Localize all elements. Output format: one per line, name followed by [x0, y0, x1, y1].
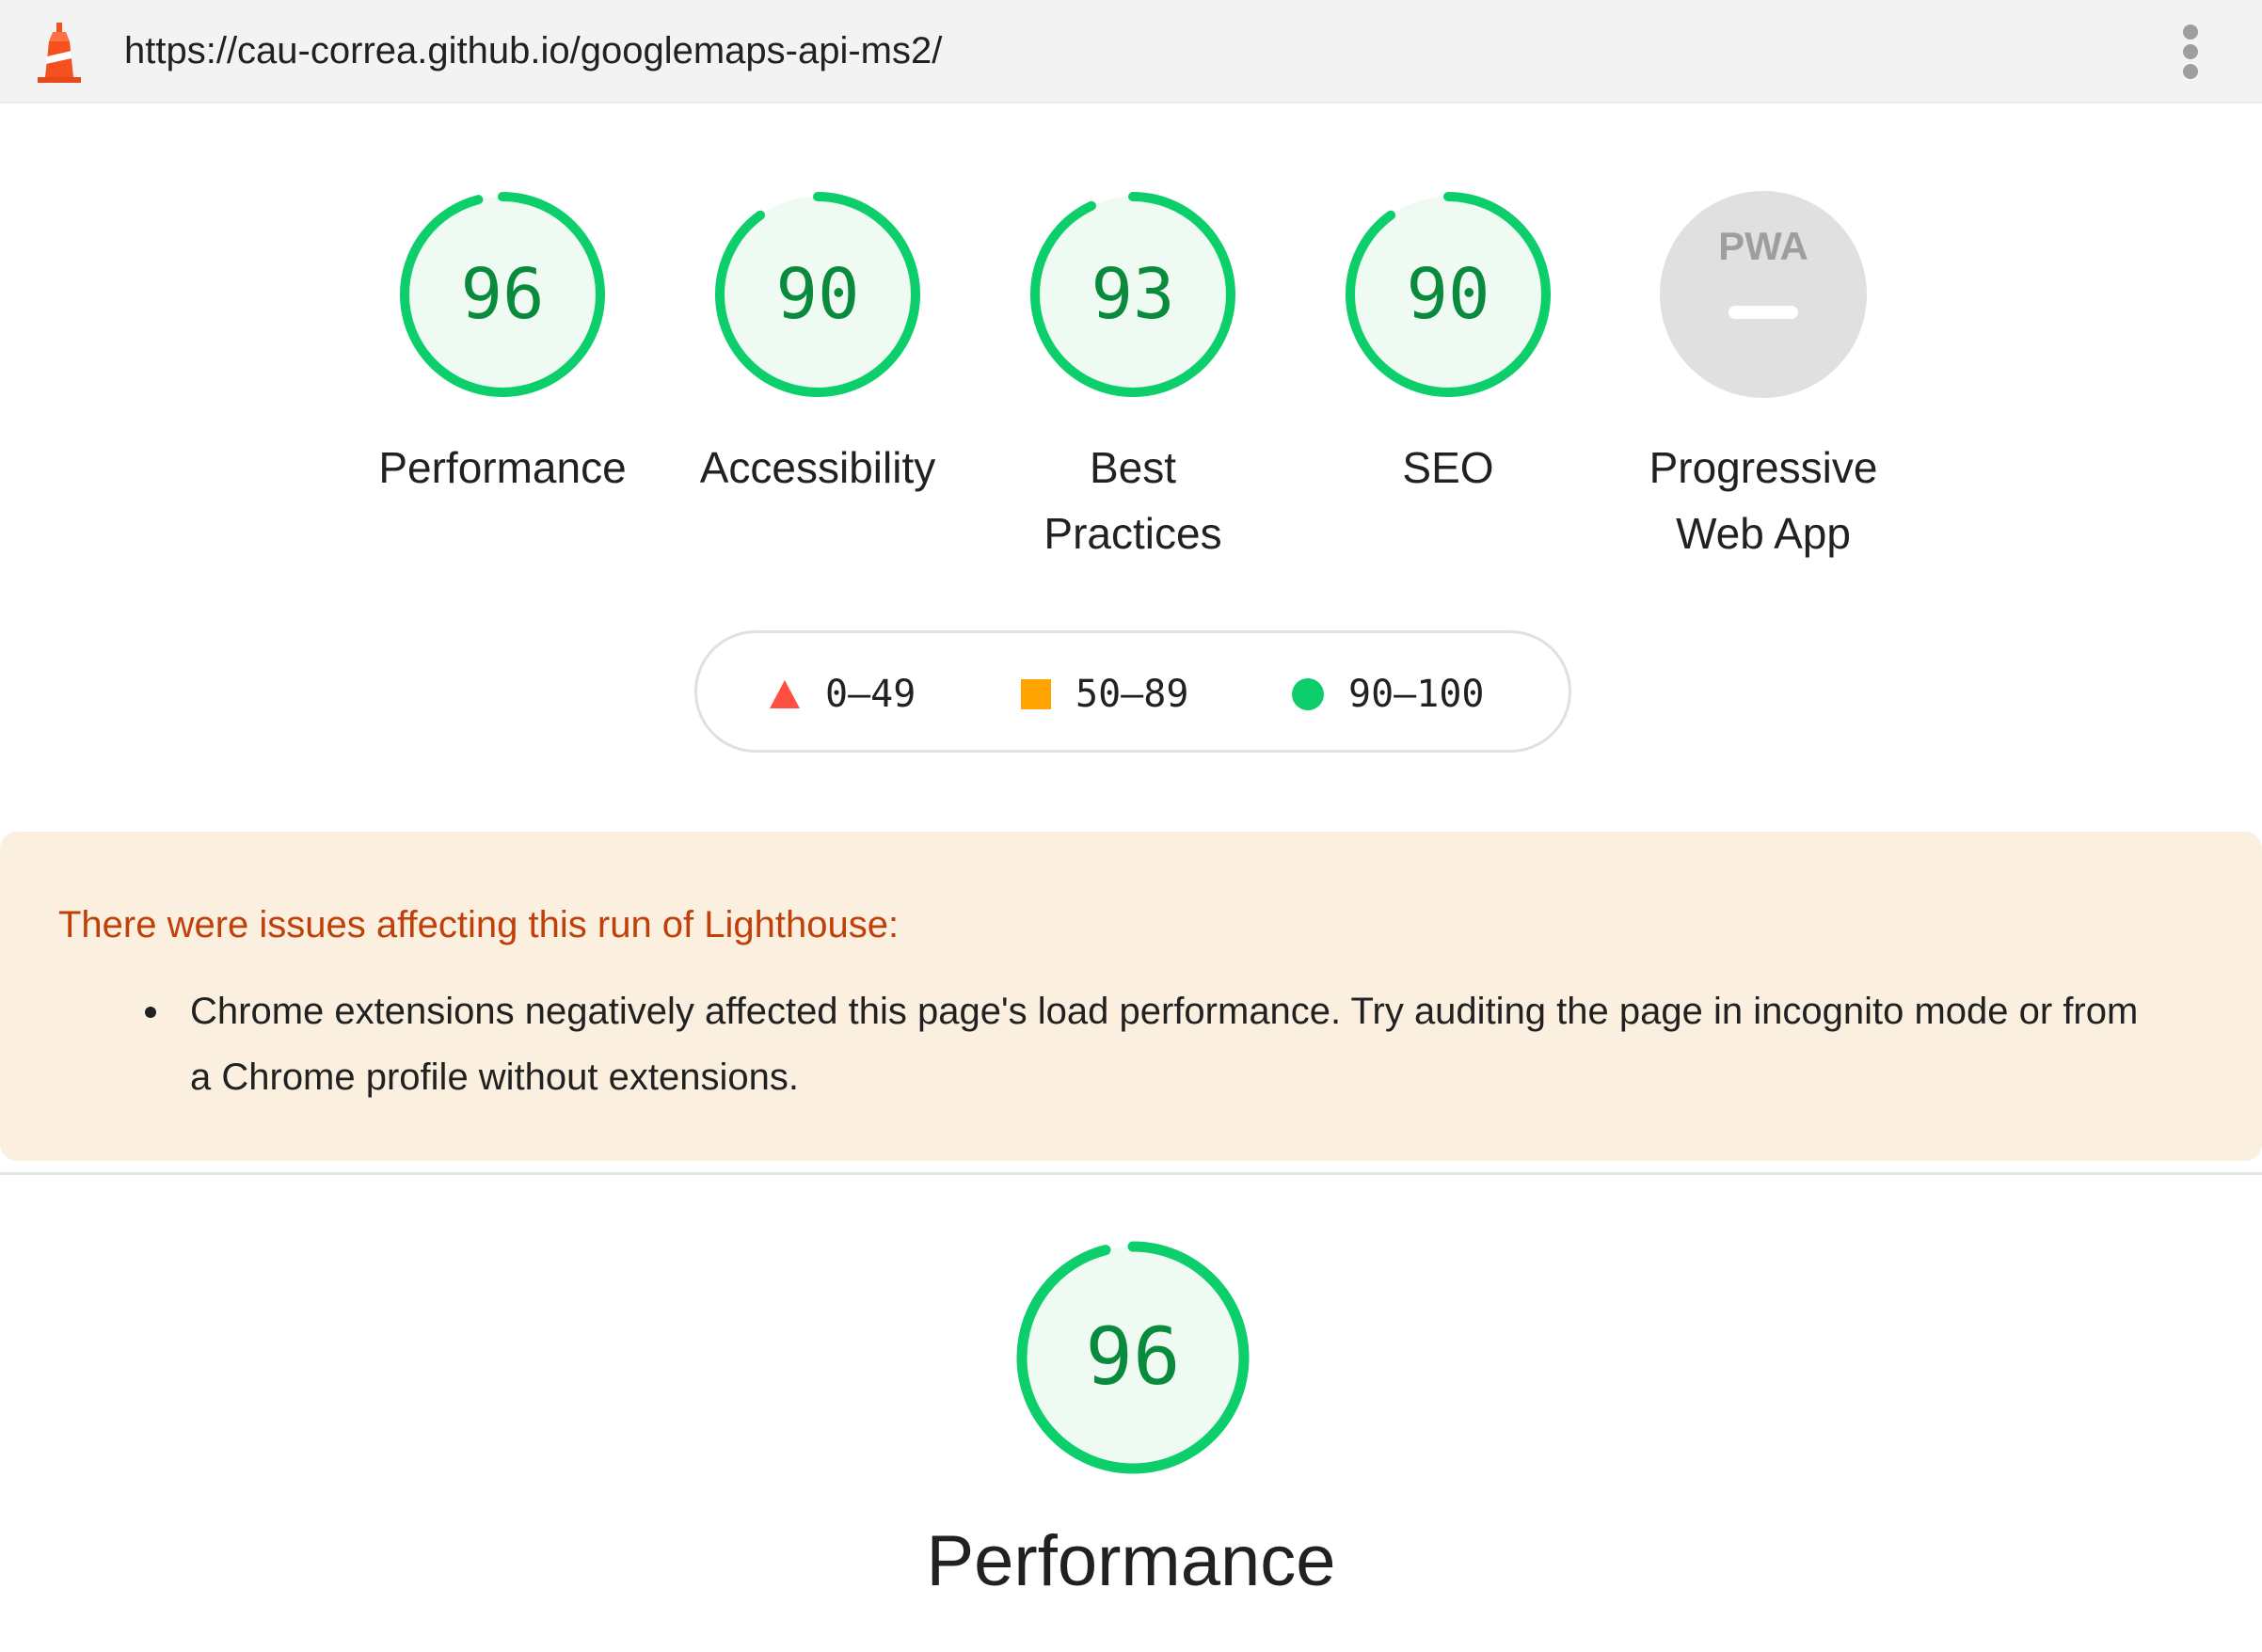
pwa-badge-text: PWA	[1718, 224, 1808, 268]
score-gauge: 96	[400, 192, 605, 397]
category-label: Progressive Web App	[1649, 443, 1878, 558]
legend-range: 0–49	[825, 673, 916, 716]
score-gauge: 93	[1030, 192, 1235, 397]
category-label: Performance	[378, 443, 627, 492]
section-title: Performance	[926, 1521, 1336, 1601]
bullet	[145, 1007, 156, 1018]
square-icon	[1021, 679, 1051, 709]
circle-icon	[1292, 678, 1324, 710]
score-value: 90	[775, 254, 859, 335]
score-gauge: 90	[1346, 192, 1551, 397]
category-label: Best Practices	[1043, 443, 1222, 558]
score-value: 96	[1085, 1310, 1180, 1403]
gauge-best-practices[interactable]: 93 Best Practices	[992, 188, 1274, 566]
warning-list: Chrome extensions negatively affected th…	[139, 978, 2153, 1110]
pwa-badge: PWA	[1660, 191, 1867, 398]
score-value: 90	[1406, 254, 1489, 335]
warning-item-text: Chrome extensions negatively affected th…	[190, 991, 2139, 1098]
warning-title: There were issues affecting this run of …	[58, 904, 900, 945]
category-label: SEO	[1402, 443, 1494, 492]
page-url: https://cau-correa.github.io/googlemaps-…	[124, 30, 943, 71]
score-value: 96	[460, 254, 544, 335]
gauge-seo[interactable]: 90 SEO	[1307, 188, 1589, 500]
performance-gauge-large: 96	[1016, 1241, 1250, 1474]
legend-item-pass: 90–100	[1292, 633, 1485, 755]
score-gauge: 90	[715, 192, 920, 397]
url-bar: https://cau-correa.github.io/googlemaps-…	[0, 0, 2262, 103]
kebab-menu-icon[interactable]	[2172, 19, 2209, 85]
list-item: Chrome extensions negatively affected th…	[139, 978, 2153, 1110]
divider	[0, 1172, 2262, 1175]
run-warnings: There were issues affecting this run of …	[0, 832, 2262, 1161]
score-value: 93	[1091, 254, 1174, 335]
category-label: Accessibility	[699, 443, 936, 492]
legend-item-fail: 0–49	[769, 633, 916, 755]
triangle-icon	[770, 680, 800, 708]
score-legend: 0–49 50–89 90–100	[694, 630, 1571, 753]
gauge-accessibility[interactable]: 90 Accessibility	[677, 188, 959, 500]
legend-range: 50–89	[1075, 673, 1189, 716]
lighthouse-icon	[38, 23, 81, 83]
gauge-pwa[interactable]: PWA Progressive Web App	[1622, 188, 1904, 566]
legend-range: 90–100	[1348, 673, 1485, 716]
legend-item-average: 50–89	[1021, 633, 1188, 755]
gauge-performance[interactable]: 96 Performance	[361, 188, 644, 500]
